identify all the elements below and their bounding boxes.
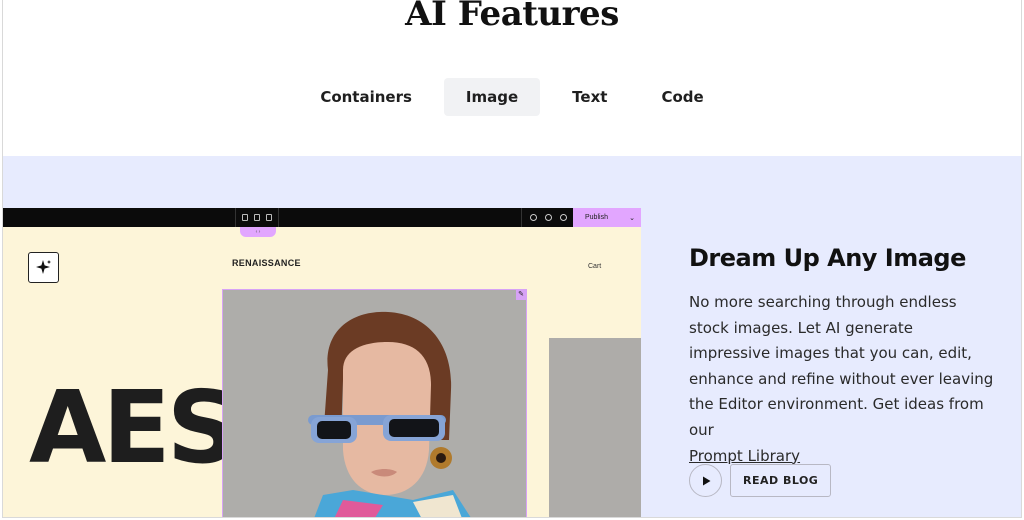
selected-image[interactable]: ✎ xyxy=(222,289,527,517)
play-video-button[interactable] xyxy=(689,464,722,497)
search-icon[interactable] xyxy=(530,214,537,221)
preview-eye-icon[interactable] xyxy=(560,214,567,221)
edit-pencil-icon[interactable]: ✎ xyxy=(516,290,526,300)
ai-generate-button[interactable] xyxy=(28,252,59,283)
feature-description-text: No more searching through endless stock … xyxy=(689,293,994,439)
page-title: AI Features xyxy=(405,0,619,34)
feature-description: No more searching through endless stock … xyxy=(689,290,999,469)
feature-title: Dream Up Any Image xyxy=(689,244,966,272)
editor-toolbar: Publish ⌄ xyxy=(3,208,641,227)
mobile-icon[interactable] xyxy=(266,214,272,221)
editor-preview: Publish ⌄ ‹ › RENAISSANCE Cart AESE xyxy=(3,208,641,517)
secondary-photo xyxy=(549,338,641,517)
model-portrait-image xyxy=(223,290,526,517)
page: AI Features Containers Image Text Code P… xyxy=(2,0,1022,518)
hero-headline-start: AES xyxy=(29,369,239,486)
site-brand: RENAISSANCE xyxy=(232,258,301,268)
sparkle-icon xyxy=(35,259,51,274)
tablet-icon[interactable] xyxy=(254,214,260,221)
chevron-down-icon: ⌄ xyxy=(629,214,635,222)
play-icon xyxy=(702,476,710,485)
publish-button[interactable]: Publish ⌄ xyxy=(573,208,641,227)
tab-containers[interactable]: Containers xyxy=(298,78,434,116)
desktop-icon[interactable] xyxy=(242,214,248,221)
tab-text[interactable]: Text xyxy=(550,78,629,116)
feature-actions: READ BLOG xyxy=(689,464,832,497)
help-icon[interactable] xyxy=(545,214,552,221)
prompt-library-link[interactable]: Prompt Library xyxy=(689,447,800,465)
tab-image[interactable]: Image xyxy=(443,78,541,116)
publish-label: Publish xyxy=(585,214,608,221)
breakpoint-pill[interactable]: ‹ › xyxy=(240,227,276,237)
tab-code[interactable]: Code xyxy=(639,78,725,116)
feature-info: Dream Up Any Image No more searching thr… xyxy=(689,244,999,469)
cart-link[interactable]: Cart xyxy=(588,263,601,270)
feature-tabs: Containers Image Text Code xyxy=(3,78,1021,116)
editor-tools xyxy=(521,208,567,227)
feature-panel: Publish ⌄ ‹ › RENAISSANCE Cart AESE xyxy=(3,156,1021,517)
read-blog-button[interactable]: READ BLOG xyxy=(730,464,832,497)
device-switcher[interactable] xyxy=(235,208,279,227)
